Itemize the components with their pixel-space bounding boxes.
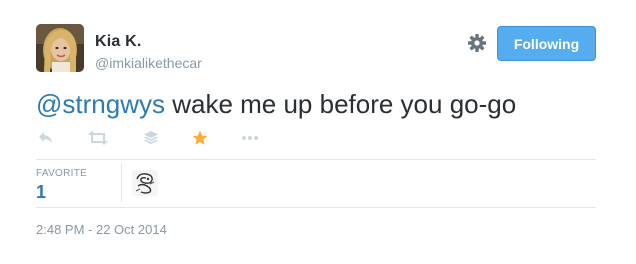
tweet-timestamp[interactable]: 2:48 PM - 22 Oct 2014 xyxy=(36,222,167,237)
divider xyxy=(36,159,596,160)
user-handle[interactable]: @imkialikethecar xyxy=(95,55,202,71)
favorite-star-icon[interactable] xyxy=(190,128,210,148)
stat-separator xyxy=(121,164,122,202)
buffer-icon[interactable] xyxy=(141,128,161,148)
mention-link[interactable]: @strngwys xyxy=(36,89,165,119)
more-icon[interactable] xyxy=(240,128,260,148)
following-button[interactable]: Following xyxy=(497,26,596,61)
user-display-name[interactable]: Kia K. xyxy=(95,33,142,51)
tweet-card: Kia K. @imkialikethecar Following @strng… xyxy=(0,0,636,264)
favorite-stat-label[interactable]: FAVORITE xyxy=(36,168,87,179)
tweet-body: wake me up before you go-go xyxy=(164,89,517,119)
favorite-stat-count[interactable]: 1 xyxy=(36,182,46,203)
retweet-icon[interactable] xyxy=(86,128,110,148)
divider xyxy=(36,207,596,208)
reply-icon[interactable] xyxy=(36,128,56,148)
gear-icon[interactable] xyxy=(467,33,487,53)
user-avatar[interactable] xyxy=(36,24,84,72)
tweet-text: @strngwys wake me up before you go-go xyxy=(36,86,516,122)
favoriter-avatar[interactable] xyxy=(132,170,158,196)
